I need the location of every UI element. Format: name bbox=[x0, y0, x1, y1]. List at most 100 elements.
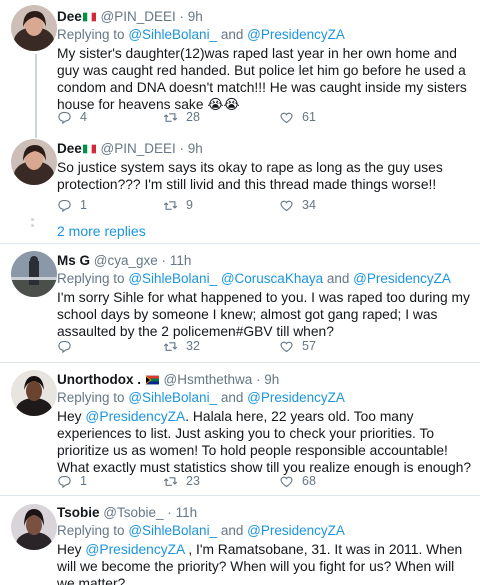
replying-prefix: Replying to bbox=[57, 523, 125, 538]
replying-to: Replying to @SihleBolani_ and @Presidenc… bbox=[57, 26, 475, 44]
replying-joiner: and bbox=[220, 390, 244, 405]
mention-link[interactable]: @SihleBolani_ bbox=[128, 27, 217, 42]
like-icon bbox=[279, 110, 294, 125]
retweet-count: 9 bbox=[186, 198, 193, 212]
like-icon bbox=[279, 198, 294, 213]
replying-prefix: Replying to bbox=[57, 390, 125, 405]
timestamp[interactable]: 9h bbox=[188, 9, 203, 24]
timestamp[interactable]: 9h bbox=[264, 372, 279, 387]
replying-joiner: and bbox=[220, 523, 244, 538]
reply-button[interactable]: 1 bbox=[57, 474, 87, 489]
display-name[interactable]: Dee bbox=[57, 141, 82, 156]
display-name[interactable]: Dee bbox=[57, 9, 82, 24]
retweet-count: 28 bbox=[186, 110, 200, 124]
reply-count: 4 bbox=[80, 110, 87, 124]
mention-link[interactable]: @PresidencyZA bbox=[85, 542, 184, 557]
mention-link[interactable]: @PresidencyZA bbox=[247, 27, 345, 42]
mention-link[interactable]: @CoruscaKhaya bbox=[221, 271, 323, 286]
like-count: 61 bbox=[302, 110, 316, 124]
reply-icon bbox=[57, 110, 72, 125]
timestamp[interactable]: 11h bbox=[176, 505, 198, 520]
like-button[interactable]: 68 bbox=[279, 474, 316, 489]
user-handle[interactable]: @cya_gxe bbox=[94, 253, 158, 268]
like-button[interactable]: 57 bbox=[279, 339, 316, 354]
tweet-text: I'm sorry Sihle for what happened to you… bbox=[57, 290, 470, 339]
tweet[interactable]: Ms G @cya_gxe · 11h Replying to @SihleBo… bbox=[0, 244, 480, 360]
tweet[interactable]: Dee @PIN_DEEI · 9h Replying to @SihleBol… bbox=[0, 0, 480, 130]
replying-to: Replying to @SihleBolani_ and @Presidenc… bbox=[57, 389, 475, 407]
retweet-icon bbox=[163, 474, 178, 489]
reply-icon bbox=[57, 339, 72, 354]
avatar[interactable] bbox=[11, 5, 57, 51]
mention-link[interactable]: @PresidencyZA bbox=[85, 409, 185, 424]
timestamp[interactable]: 9h bbox=[188, 141, 203, 156]
mention-link[interactable]: @SihleBolani_ bbox=[128, 390, 217, 405]
tweet-text: So justice system says its okay to rape … bbox=[57, 160, 443, 192]
reply-button[interactable] bbox=[57, 339, 80, 354]
retweet-count: 32 bbox=[186, 339, 200, 353]
tweet-text: My sister's daughter(12)was raped last y… bbox=[57, 46, 467, 112]
avatar[interactable] bbox=[11, 251, 57, 297]
time-separator: · bbox=[167, 505, 172, 520]
replying-to: Replying to @SihleBolani_ @CoruscaKhaya … bbox=[57, 270, 475, 288]
reply-icon bbox=[57, 198, 72, 213]
mention-link[interactable]: @PresidencyZA bbox=[247, 523, 345, 538]
tweet-text: Hey @PresidencyZA , I'm Ramatsobane, 31.… bbox=[57, 541, 475, 585]
reply-count: 1 bbox=[80, 474, 87, 488]
reply-icon bbox=[57, 474, 72, 489]
retweet-count: 23 bbox=[186, 474, 200, 488]
avatar[interactable] bbox=[11, 370, 57, 416]
mention-link[interactable]: @SihleBolani_ bbox=[128, 271, 217, 286]
tweet-text-segment: Hey bbox=[57, 409, 86, 424]
replying-joiner: and bbox=[220, 27, 244, 42]
avatar[interactable] bbox=[11, 504, 57, 550]
display-name[interactable]: Ms G bbox=[57, 253, 90, 268]
like-count: 68 bbox=[302, 474, 316, 488]
replying-to: Replying to @SihleBolani_ and @Presidenc… bbox=[57, 522, 475, 540]
reply-button[interactable]: 4 bbox=[57, 110, 87, 125]
italy-flag-icon bbox=[82, 144, 96, 154]
show-more-replies-link[interactable]: 2 more replies bbox=[57, 223, 146, 239]
replying-prefix: Replying to bbox=[57, 27, 125, 42]
retweet-button[interactable]: 23 bbox=[163, 474, 200, 489]
retweet-icon bbox=[163, 339, 178, 354]
time-separator: · bbox=[256, 372, 261, 387]
retweet-button[interactable]: 28 bbox=[163, 110, 200, 125]
like-count: 57 bbox=[302, 339, 316, 353]
south-africa-flag-icon bbox=[145, 375, 159, 385]
mention-link[interactable]: @PresidencyZA bbox=[353, 271, 451, 286]
avatar[interactable] bbox=[11, 139, 57, 185]
timestamp[interactable]: 11h bbox=[170, 253, 192, 268]
retweet-button[interactable]: 9 bbox=[163, 198, 193, 213]
user-handle[interactable]: @Tsobie_ bbox=[103, 505, 163, 520]
retweet-icon bbox=[163, 198, 178, 213]
tweet-text-segment: Hey bbox=[57, 542, 86, 557]
like-icon bbox=[279, 474, 294, 489]
tweet[interactable]: Dee @PIN_DEEI · 9h So justice system say… bbox=[0, 130, 480, 213]
replying-prefix: Replying to bbox=[57, 271, 125, 286]
user-handle[interactable]: @PIN_DEEI bbox=[101, 141, 176, 156]
reply-count: 1 bbox=[80, 198, 87, 212]
replying-joiner: and bbox=[326, 271, 350, 286]
tweet[interactable]: Tsobie @Tsobie_ · 11h Replying to @Sihle… bbox=[0, 496, 480, 585]
mention-link[interactable]: @SihleBolani_ bbox=[128, 523, 217, 538]
user-handle[interactable]: @Hsmthethwa bbox=[164, 372, 253, 387]
retweet-icon bbox=[163, 110, 178, 125]
tweet[interactable]: Unorthodox . @Hsmthethwa · 9h Replying t… bbox=[0, 363, 480, 494]
like-button[interactable]: 34 bbox=[279, 198, 316, 213]
like-button[interactable]: 61 bbox=[279, 110, 316, 125]
like-count: 34 bbox=[302, 198, 316, 212]
retweet-button[interactable]: 32 bbox=[163, 339, 200, 354]
user-handle[interactable]: @PIN_DEEI bbox=[101, 9, 176, 24]
thread-dot bbox=[31, 224, 34, 227]
display-name[interactable]: Tsobie bbox=[57, 505, 100, 520]
italy-flag-icon bbox=[82, 12, 96, 22]
time-separator: · bbox=[179, 9, 185, 24]
time-separator: · bbox=[179, 141, 185, 156]
reply-button[interactable]: 1 bbox=[57, 198, 87, 213]
display-name[interactable]: Unorthodox . bbox=[57, 372, 141, 387]
time-separator: · bbox=[161, 253, 167, 268]
mention-link[interactable]: @PresidencyZA bbox=[247, 390, 345, 405]
thread-dot bbox=[31, 218, 34, 221]
like-icon bbox=[279, 339, 294, 354]
